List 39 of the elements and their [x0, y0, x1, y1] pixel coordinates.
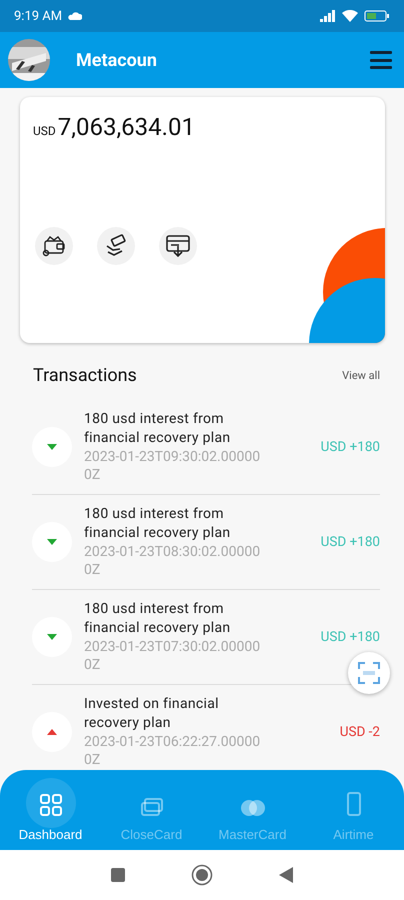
card-icon	[140, 797, 164, 817]
transaction-title: 180 usd interest from financial recovery plan	[84, 600, 232, 638]
transaction-date: 2023-01-23T09:30:02.000000Z	[84, 448, 262, 484]
transaction-amount: USD +180	[320, 534, 380, 550]
back-icon[interactable]	[279, 867, 293, 883]
wifi-icon	[342, 10, 358, 22]
balance-amount: 7,063,634.01	[58, 113, 195, 141]
scan-button[interactable]	[348, 652, 390, 694]
view-all-link[interactable]: View all	[342, 369, 380, 382]
transaction-amount: USD +180	[320, 439, 380, 455]
signal-icon	[320, 10, 336, 22]
card-download-button[interactable]	[159, 227, 197, 265]
grid-icon	[38, 793, 62, 817]
card-download-icon	[165, 234, 191, 258]
transaction-amount: USD -2	[340, 724, 380, 740]
transaction-title: 180 usd interest from financial recovery plan	[84, 505, 232, 543]
wallet-icon	[42, 235, 66, 257]
cloud-icon	[68, 11, 82, 21]
phone-icon	[346, 791, 362, 817]
transaction-date: 2023-01-23T08:30:02.000000Z	[84, 543, 262, 579]
transaction-amount: USD +180	[320, 629, 380, 645]
transaction-date: 2023-01-23T07:30:02.000000Z	[84, 638, 262, 674]
transaction-date: 2023-01-23T06:22:27.000000Z	[84, 733, 262, 769]
cards-circles-icon	[240, 799, 266, 817]
nav-tab[interactable]: MasterCard	[202, 770, 303, 850]
nav-tab[interactable]: Airtime	[303, 770, 404, 850]
nav-tab[interactable]: CloseCard	[101, 770, 202, 850]
menu-icon[interactable]	[370, 51, 392, 69]
battery-icon	[364, 10, 390, 22]
scan-icon	[358, 662, 380, 684]
balance-currency: USD	[33, 124, 56, 138]
section-title: Transactions	[33, 365, 137, 386]
nav-tab[interactable]: Dashboard	[0, 770, 101, 850]
wallet-button[interactable]	[35, 227, 73, 265]
app-title: Metacoun	[76, 50, 157, 70]
transaction-title: 180 usd interest from financial recovery plan	[84, 410, 232, 448]
home-icon[interactable]	[191, 864, 213, 886]
status-time: 9:19 AM	[14, 8, 62, 24]
transaction-title: Invested on financial recovery plan	[84, 695, 220, 733]
